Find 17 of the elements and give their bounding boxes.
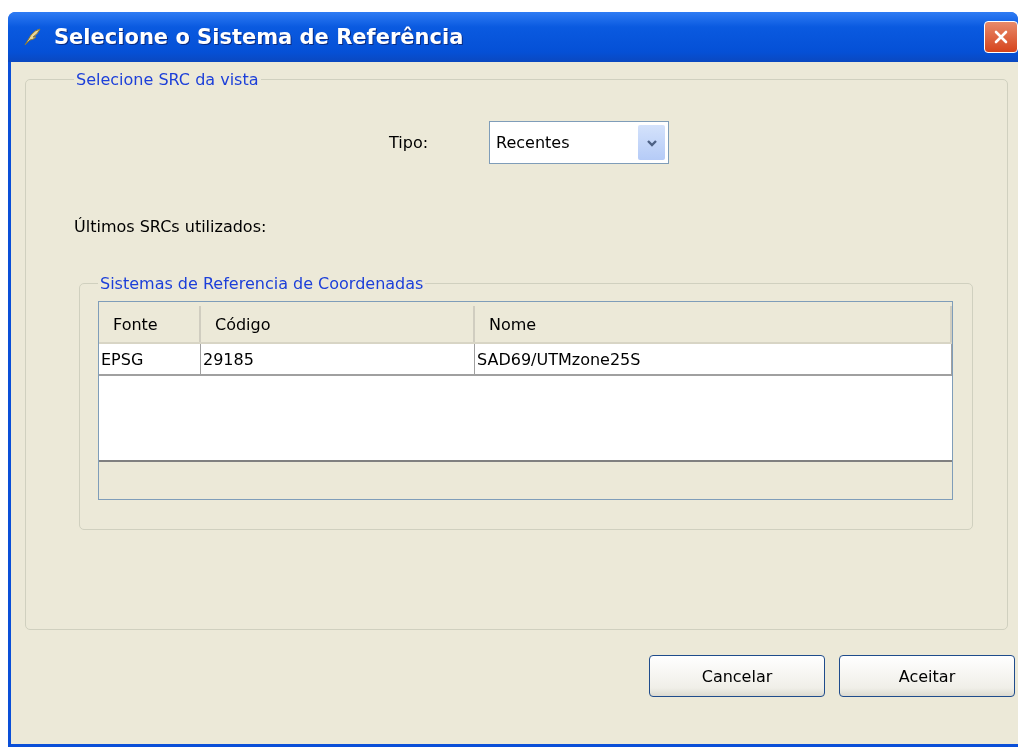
dialog-button[interactable]: Cancelar: [649, 655, 825, 697]
close-button[interactable]: [984, 21, 1018, 53]
table-cell: 29185: [201, 344, 475, 374]
column-header[interactable]: Fonte: [99, 306, 201, 342]
dialog-button[interactable]: Aceitar: [839, 655, 1015, 697]
column-header[interactable]: Código: [201, 306, 475, 342]
table-cell: SAD69/UTMzone25S: [475, 344, 952, 374]
feather-icon: [22, 27, 42, 47]
recent-label: Últimos SRCs utilizados:: [74, 217, 268, 236]
group-legend: Selecione SRC da vista: [74, 70, 261, 89]
group-legend: Sistemas de Referencia de Coordenadas: [98, 274, 426, 293]
window-title: Selecione o Sistema de Referência: [54, 25, 464, 49]
type-dropdown[interactable]: Recentes: [489, 121, 669, 164]
type-label: Tipo:: [389, 133, 430, 152]
table-cell: EPSG: [99, 344, 201, 374]
column-header[interactable]: Nome: [475, 306, 952, 342]
close-icon: [993, 29, 1009, 45]
